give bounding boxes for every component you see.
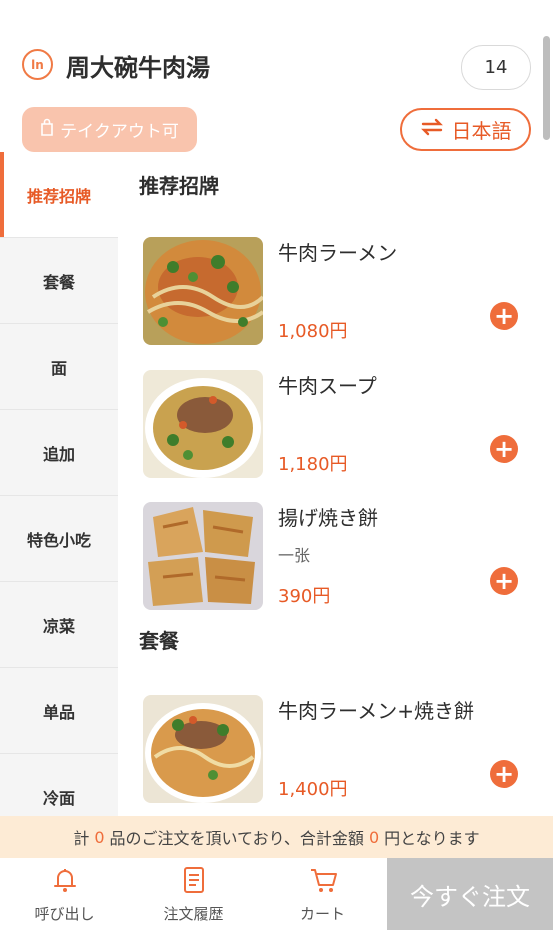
item-subtitle: 一张 (278, 546, 311, 565)
category-item-recommended[interactable]: 推荐招牌 (0, 152, 118, 238)
takeout-button[interactable]: テイクアウト可 (22, 107, 197, 152)
header: ln 周大碗牛肉湯 14 テイクアウト可 日本語 (0, 0, 553, 160)
add-to-cart-button[interactable]: + (490, 760, 518, 788)
add-to-cart-button[interactable]: + (490, 302, 518, 330)
item-count: 0 (94, 827, 105, 847)
cart-label: カート (299, 904, 345, 923)
item-price: 390円 (278, 586, 331, 607)
call-label: 呼び出し (34, 904, 95, 923)
food-image (143, 695, 263, 803)
section-title: 套餐 (139, 629, 179, 653)
plus-icon: + (493, 435, 515, 463)
add-to-cart-button[interactable]: + (490, 567, 518, 595)
add-to-cart-button[interactable]: + (490, 435, 518, 463)
plus-icon: + (493, 567, 515, 595)
menu-item[interactable]: 牛肉ラーメン+焼き餅 1,400円 + (143, 695, 543, 803)
section-title: 推荐招牌 (139, 174, 219, 198)
call-staff-tab[interactable]: 呼び出し (0, 858, 129, 930)
order-summary-bar: 計 0 品のご注文を頂いており、合計金額 0 円となります (0, 816, 553, 858)
order-history-tab[interactable]: 注文履歴 (129, 858, 258, 930)
list-icon (179, 865, 209, 899)
cart-tab[interactable]: カート (258, 858, 387, 930)
item-price: 1,180円 (278, 454, 348, 475)
food-image (143, 237, 263, 345)
bottom-nav: 呼び出し 注文履歴 カート 今すぐ注文 (0, 858, 553, 930)
history-label: 注文履歴 (163, 904, 224, 923)
order-now-button[interactable]: 今すぐ注文 (387, 858, 553, 930)
category-item-cold-noodles[interactable]: 冷面 (0, 754, 118, 816)
menu-item[interactable]: 牛肉ラーメン 1,080円 + (143, 237, 543, 345)
food-image (143, 370, 263, 478)
menu-list: 推荐招牌 牛肉ラーメン 1,080円 + 牛肉スープ 1,180円 + 揚げ焼き… (118, 160, 553, 816)
item-price: 1,080円 (278, 321, 348, 342)
category-item-cold-dishes[interactable]: 凉菜 (0, 582, 118, 668)
takeout-label: テイクアウト可 (60, 122, 179, 142)
total-amount: 0 (368, 827, 380, 847)
store-logo: ln (22, 49, 53, 80)
swap-arrows-icon (420, 117, 444, 142)
item-name: 牛肉ラーメン (278, 241, 398, 265)
category-item-set-meal[interactable]: 套餐 (0, 238, 118, 324)
category-item-extras[interactable]: 追加 (0, 410, 118, 496)
cart-icon (308, 865, 338, 899)
table-number-badge: 14 (461, 45, 531, 90)
item-name: 牛肉スープ (278, 374, 377, 398)
scrollbar[interactable] (543, 36, 550, 140)
category-item-snacks[interactable]: 特色小吃 (0, 496, 118, 582)
bag-icon (40, 118, 54, 141)
food-image (143, 502, 263, 610)
item-name: 牛肉ラーメン+焼き餅 (278, 699, 474, 723)
language-label: 日本語 (451, 119, 512, 143)
category-item-single[interactable]: 单品 (0, 668, 118, 754)
menu-item[interactable]: 牛肉スープ 1,180円 + (143, 370, 543, 478)
plus-icon: + (493, 760, 515, 788)
item-price: 1,400円 (278, 779, 348, 800)
store-name: 周大碗牛肉湯 (66, 54, 210, 82)
bell-icon (50, 865, 80, 899)
item-name: 揚げ焼き餅 (278, 506, 378, 530)
plus-icon: + (493, 302, 515, 330)
menu-item[interactable]: 揚げ焼き餅 一张 390円 + (143, 502, 543, 610)
category-item-noodles[interactable]: 面 (0, 324, 118, 410)
category-sidebar: 推荐招牌 套餐 面 追加 特色小吃 凉菜 单品 冷面 (0, 152, 118, 816)
language-switch-button[interactable]: 日本語 (400, 108, 531, 151)
